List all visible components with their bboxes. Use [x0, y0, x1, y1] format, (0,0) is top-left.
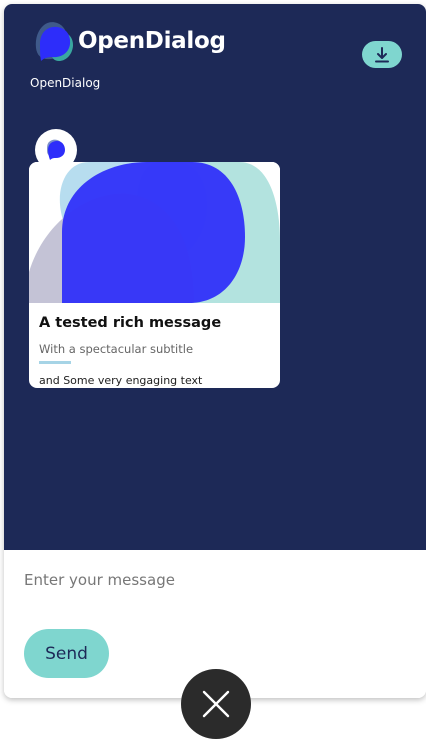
bot-avatar	[35, 129, 77, 171]
card-image	[29, 162, 280, 303]
rich-message-card: A tested rich message With a spectacular…	[29, 162, 280, 388]
header-subtitle: OpenDialog	[30, 76, 101, 90]
card-text: and Some very engaging text	[39, 374, 203, 387]
chat-widget: OpenDialog OpenDialog A tested rich mess…	[4, 4, 426, 698]
brand-name: OpenDialog	[78, 28, 226, 54]
close-icon	[202, 690, 230, 718]
bot-avatar-icon	[47, 139, 65, 160]
card-title: A tested rich message	[39, 315, 222, 331]
download-icon	[375, 46, 389, 62]
send-button[interactable]: Send	[24, 629, 109, 678]
message-input[interactable]	[24, 564, 404, 596]
chat-area: OpenDialog OpenDialog A tested rich mess…	[4, 4, 426, 550]
card-divider	[39, 361, 71, 364]
brand: OpenDialog	[30, 18, 226, 64]
opendialog-logo-icon	[35, 22, 74, 61]
card-subtitle: With a spectacular subtitle	[39, 342, 194, 356]
download-button[interactable]	[362, 41, 402, 68]
close-chat-button[interactable]	[181, 669, 251, 739]
